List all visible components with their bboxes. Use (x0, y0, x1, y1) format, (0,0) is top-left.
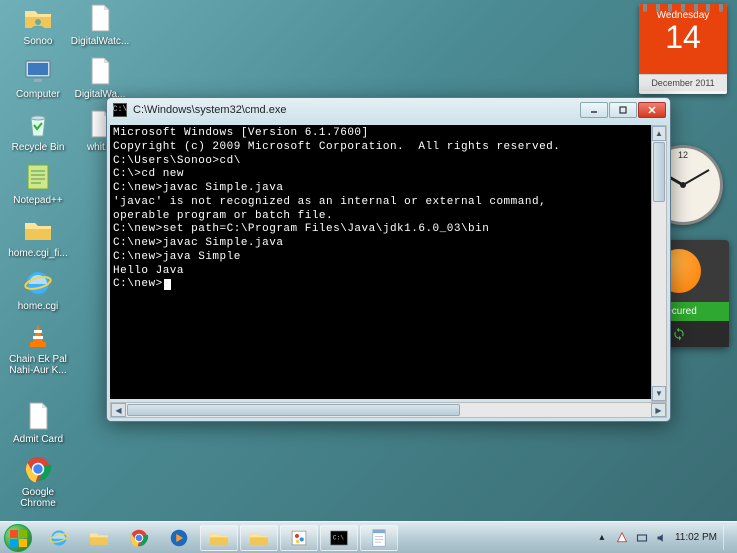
tray-clock[interactable]: 11:02 PM (675, 532, 717, 543)
svg-text:C:\: C:\ (333, 534, 344, 541)
homecgi-folder[interactable]: home.cgi_fi... (8, 214, 68, 259)
start-button[interactable] (0, 522, 36, 553)
cursor (164, 279, 171, 290)
console-line: Copyright (c) 2009 Microsoft Corporation… (113, 141, 664, 155)
console-line: Hello Java (113, 265, 664, 279)
icon-label: Chain Ek Pal Nahi-Aur K... (8, 354, 68, 376)
taskbar-cmd[interactable]: C:\ (320, 525, 358, 551)
icon-label: Recycle Bin (8, 142, 68, 153)
admit-card[interactable]: Admit Card (8, 400, 68, 445)
icon-label: Computer (8, 89, 68, 100)
taskbar-ie[interactable] (40, 525, 78, 551)
taskbar-chrome[interactable] (120, 525, 158, 551)
scroll-right-arrow-icon[interactable]: ▶ (651, 403, 666, 417)
taskbar-folder-open2[interactable] (240, 525, 278, 551)
console-output[interactable]: Microsoft Windows [Version 6.1.7600]Copy… (110, 125, 667, 399)
windows-logo-icon (4, 524, 32, 552)
taskbar-wmp[interactable] (160, 525, 198, 551)
computer[interactable]: Computer (8, 55, 68, 100)
digitalwa-file[interactable]: DigitalWa... (70, 55, 130, 100)
icon-label: DigitalWatc... (70, 36, 130, 47)
vscroll-thumb[interactable] (653, 142, 665, 202)
vlc-playlist[interactable]: Chain Ek Pal Nahi-Aur K... (8, 320, 68, 376)
notepadpp[interactable]: Notepad++ (8, 161, 68, 206)
taskbar-explorer[interactable] (80, 525, 118, 551)
scroll-up-arrow-icon[interactable]: ▲ (652, 126, 666, 141)
horizontal-scrollbar[interactable]: ◀ ▶ (110, 402, 667, 418)
recycle-bin[interactable]: Recycle Bin (8, 108, 68, 153)
taskbar[interactable]: C:\ ▴ 11:02 PM (0, 521, 737, 553)
console-line: 'javac' is not recognized as an internal… (113, 196, 664, 210)
cmd-icon: C:\ (113, 103, 127, 117)
console-line: C:\new>java Simple (113, 251, 664, 265)
minimize-button[interactable] (580, 102, 608, 118)
console-line: C:\new>javac Simple.java (113, 182, 664, 196)
scroll-left-arrow-icon[interactable]: ◀ (111, 403, 126, 417)
taskbar-notepad[interactable] (360, 525, 398, 551)
console-line: C:\Users\Sonoo>cd\ (113, 155, 664, 169)
icon-label: Google Chrome (8, 487, 68, 509)
titlebar[interactable]: C:\ C:\Windows\system32\cmd.exe (107, 98, 670, 122)
show-desktop-button[interactable] (723, 526, 731, 550)
icon-label: home.cgi (8, 301, 68, 312)
calendar-daynum: 14 (639, 21, 727, 53)
digitalwatch-file[interactable]: DigitalWatc... (70, 2, 130, 47)
volume-icon[interactable] (655, 531, 669, 545)
hscroll-thumb[interactable] (127, 404, 460, 416)
system-tray[interactable]: ▴ 11:02 PM (595, 526, 731, 550)
taskbar-paint[interactable] (280, 525, 318, 551)
show-hidden-icons[interactable]: ▴ (595, 531, 609, 545)
console-line: C:\new>set path=C:\Program Files\Java\jd… (113, 223, 664, 237)
action-center-icon[interactable] (615, 531, 629, 545)
console-line: C:\new>javac Simple.java (113, 237, 664, 251)
sonoo-folder[interactable]: Sonoo (8, 2, 68, 47)
calendar-gadget: Wednesday 14 December 2011 (639, 4, 727, 94)
window-title: C:\Windows\system32\cmd.exe (133, 104, 580, 116)
console-line: operable program or batch file. (113, 210, 664, 224)
console-line: C:\new> (113, 278, 664, 292)
taskbar-folder-open[interactable] (200, 525, 238, 551)
calendar-month-year: December 2011 (639, 74, 727, 91)
console-line: C:\>cd new (113, 168, 664, 182)
network-icon[interactable] (635, 531, 649, 545)
chrome[interactable]: Google Chrome (8, 453, 68, 509)
refresh-icon[interactable] (672, 327, 686, 341)
scroll-down-arrow-icon[interactable]: ▼ (652, 386, 666, 401)
icon-label: home.cgi_fi... (8, 248, 68, 259)
vertical-scrollbar[interactable]: ▲ ▼ (651, 125, 667, 402)
icon-label: Admit Card (8, 434, 68, 445)
cmd-window[interactable]: C:\ C:\Windows\system32\cmd.exe Microsof… (106, 97, 671, 422)
close-button[interactable] (638, 102, 666, 118)
homecgi[interactable]: home.cgi (8, 267, 68, 312)
icon-label: Sonoo (8, 36, 68, 47)
console-line: Microsoft Windows [Version 6.1.7600] (113, 127, 664, 141)
icon-label: Notepad++ (8, 195, 68, 206)
maximize-button[interactable] (609, 102, 637, 118)
